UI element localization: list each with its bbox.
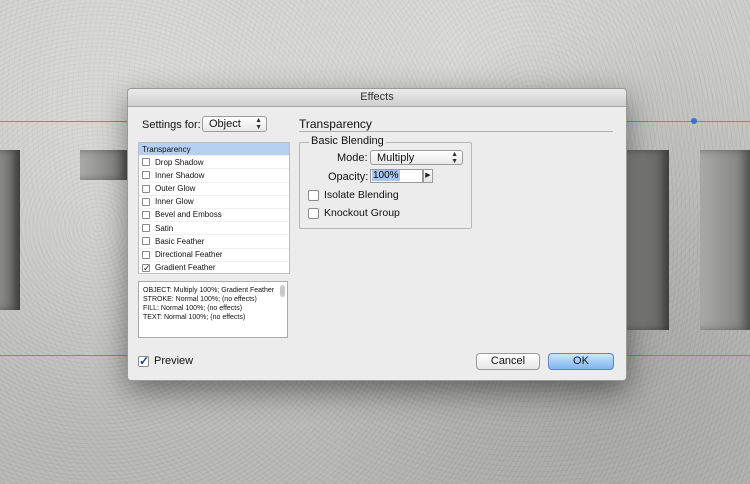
mode-label: Mode:	[337, 152, 368, 164]
preview-label: Preview	[154, 355, 194, 367]
effects-dialog: Effects Settings for: Object ▲ ▼ Transpar…	[127, 88, 627, 381]
mode-value: Multiply	[377, 152, 415, 164]
preview-toggle[interactable]: Preview	[138, 354, 194, 368]
background-letter-shape	[625, 150, 669, 330]
summary-line: OBJECT: Multiply 100%; Gradient Feather	[143, 287, 275, 294]
effect-checkbox[interactable]	[142, 250, 150, 259]
background-letter-shape	[80, 150, 128, 180]
opacity-value: 100%	[372, 170, 400, 181]
knockout-group-checkbox[interactable]	[308, 207, 319, 219]
knockout-group-toggle[interactable]: Knockout Group	[308, 207, 400, 219]
effect-item-satin[interactable]: Satin	[139, 222, 289, 236]
effect-checkbox[interactable]	[142, 158, 150, 167]
checkmark-icon[interactable]: ✓	[142, 263, 151, 272]
effect-label: Bevel and Emboss	[155, 210, 222, 220]
effects-list: Transparency Drop Shadow Inner Shadow Ou…	[138, 142, 290, 275]
effect-checkbox[interactable]	[142, 184, 150, 193]
section-divider	[299, 131, 613, 132]
background-letter-shape	[700, 150, 750, 330]
effect-item-inner-glow[interactable]: Inner Glow	[139, 196, 289, 209]
effect-item-basic-feather[interactable]: Basic Feather	[139, 235, 289, 249]
basic-blending-title: Basic Blending	[309, 135, 386, 147]
effect-label: Outer Glow	[155, 184, 196, 194]
effect-checkbox[interactable]	[142, 211, 150, 220]
updown-arrows-icon: ▲ ▼	[451, 151, 458, 165]
effect-label: Inner Shadow	[155, 170, 205, 180]
effect-label: Transparency	[142, 144, 191, 154]
mode-dropdown[interactable]: Multiply ▲ ▼	[370, 150, 463, 165]
summary-scrollbar[interactable]	[280, 285, 285, 297]
effect-label: Gradient Feather	[155, 263, 216, 273]
guide-handle[interactable]	[691, 118, 697, 124]
effect-item-directional-feather[interactable]: Directional Feather	[139, 249, 289, 262]
effect-label: Drop Shadow	[155, 157, 204, 167]
effect-label: Directional Feather	[155, 250, 223, 259]
effect-label: Satin	[155, 223, 174, 233]
effect-label: Basic Feather	[155, 236, 205, 246]
effect-item-transparency[interactable]: Transparency	[139, 143, 289, 157]
section-title: Transparency	[299, 117, 372, 131]
effects-summary: OBJECT: Multiply 100%; Gradient Feather …	[138, 281, 288, 338]
effect-label: Inner Glow	[155, 197, 194, 207]
isolate-blending-checkbox[interactable]	[308, 189, 319, 201]
settings-for-label: Settings for:	[142, 119, 201, 131]
opacity-slider-arrow-icon[interactable]: ▶	[423, 169, 433, 183]
dialog-titlebar[interactable]: Effects	[128, 89, 626, 107]
effect-checkbox[interactable]	[142, 197, 150, 206]
cancel-button[interactable]: Cancel	[476, 353, 540, 370]
effect-item-bevel-emboss[interactable]: Bevel and Emboss	[139, 209, 289, 223]
opacity-label: Opacity:	[328, 171, 369, 183]
settings-for-dropdown[interactable]: Object ▲ ▼	[202, 116, 267, 132]
knockout-group-label: Knockout Group	[324, 207, 400, 219]
effect-item-inner-shadow[interactable]: Inner Shadow	[139, 169, 289, 183]
effect-item-gradient-feather[interactable]: ✓ Gradient Feather	[139, 262, 289, 275]
ok-button[interactable]: OK	[548, 353, 614, 370]
effect-checkbox[interactable]	[142, 237, 150, 246]
summary-line: FILL: Normal 100%; (no effects)	[143, 305, 243, 312]
summary-line: TEXT: Normal 100%; (no effects)	[143, 314, 246, 321]
updown-arrows-icon: ▲ ▼	[255, 117, 262, 131]
effect-checkbox[interactable]	[142, 171, 150, 180]
settings-for-value: Object	[209, 118, 241, 130]
isolate-blending-toggle[interactable]: Isolate Blending	[308, 189, 399, 201]
effect-checkbox[interactable]	[142, 224, 150, 233]
effect-item-drop-shadow[interactable]: Drop Shadow	[139, 156, 289, 170]
background-letter-shape	[0, 150, 20, 310]
opacity-field[interactable]: 100%	[370, 169, 423, 183]
summary-line: STROKE: Normal 100%; (no effects)	[143, 296, 257, 303]
effect-item-outer-glow[interactable]: Outer Glow	[139, 183, 289, 196]
isolate-blending-label: Isolate Blending	[324, 189, 399, 201]
preview-checkbox[interactable]	[138, 354, 149, 368]
